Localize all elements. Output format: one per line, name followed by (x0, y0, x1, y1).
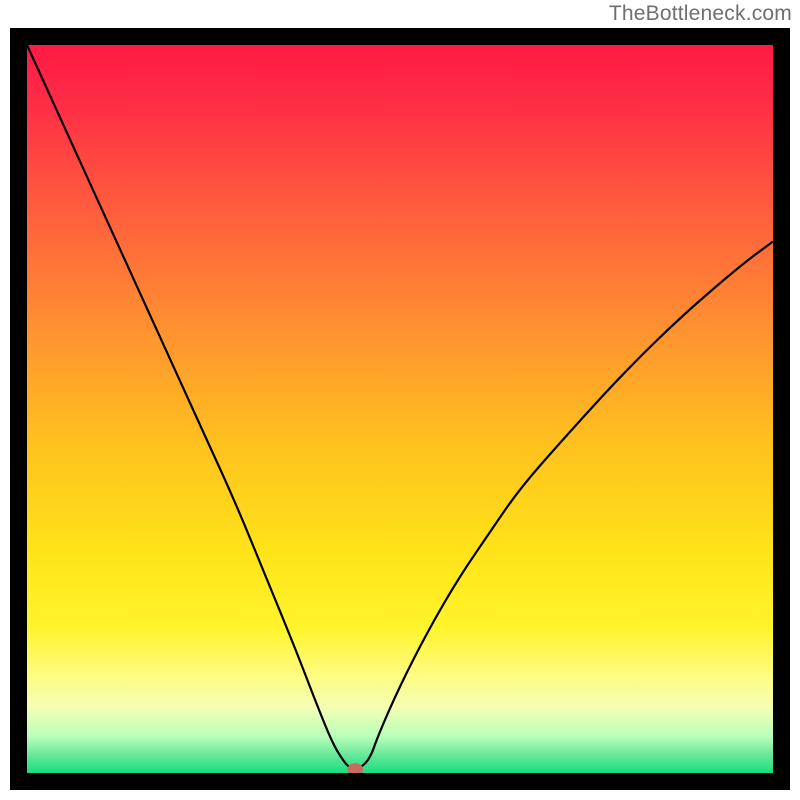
plot-frame (10, 28, 790, 790)
bottleneck-chart (27, 45, 773, 773)
gradient-background (27, 45, 773, 773)
watermark-text: TheBottleneck.com (609, 2, 792, 26)
plot-area (27, 45, 773, 773)
chart-container: TheBottleneck.com (0, 0, 800, 800)
